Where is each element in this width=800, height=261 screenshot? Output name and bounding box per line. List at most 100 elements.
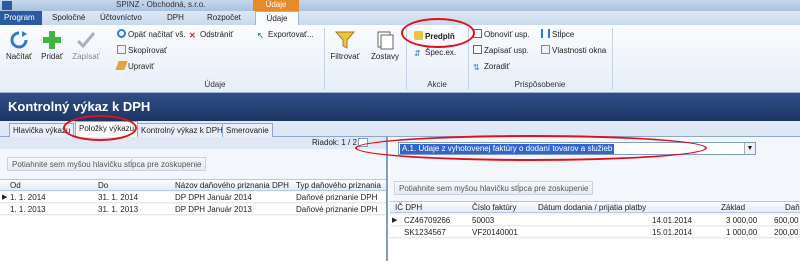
opat-nacitat-label: Opäť načítať vš. [128, 30, 186, 39]
zapisat-label: Zapísať [72, 52, 100, 61]
table-row[interactable]: SK1234567 VF20140001 15.01.2014 1 000,00… [390, 227, 800, 238]
checkmark-icon [76, 32, 96, 49]
zapisat-usp-button[interactable]: Zapísať usp. [473, 45, 529, 56]
zapisat-usp-label: Zapísať usp. [484, 46, 529, 55]
ribbon-separator [324, 28, 325, 90]
title-bar: SPINZ - Obchodná, s.r.o. Údaje [0, 0, 800, 11]
grid-toolbar: Riadok: 1 / 2 [0, 137, 386, 149]
cell-cislo-faktury: VF20140001 [472, 228, 518, 237]
spec-ex-label: Špec.ex. [425, 48, 457, 57]
chevron-down-icon[interactable]: ▼ [744, 143, 755, 154]
vlastnosti-okna-label: Vlastnosti okna [552, 46, 607, 55]
pridat-button[interactable]: Pridať [38, 30, 66, 61]
column-header-nazov[interactable]: Názov daňového priznania DPH [175, 181, 289, 190]
group-by-hint: Potiahnite sem myšou hlavičku stĺpca pre… [394, 181, 594, 195]
filtrovat-button[interactable]: Filtrovať [328, 30, 362, 61]
window-properties-icon [541, 45, 550, 54]
column-header-datum[interactable]: Dátum dodania / prijatia platby [538, 203, 646, 212]
row-indicator-icon: ▶ [2, 194, 8, 201]
copy-icon [117, 45, 126, 54]
reports-icon [377, 31, 394, 50]
refresh-icon [10, 31, 28, 49]
skopirovat-label: Skopírovať [128, 46, 168, 55]
tab-uctovnictvo[interactable]: Účtovníctvo [96, 11, 146, 25]
special-export-icon: ⇵ [414, 49, 421, 58]
tab-program[interactable]: Program [0, 11, 42, 25]
zostavy-button[interactable]: Zostavy [368, 30, 402, 61]
table-row[interactable]: 1. 1. 2013 31. 1. 2013 DP DPH Január 201… [0, 204, 386, 215]
stlpce-button[interactable]: Stĺpce [541, 29, 574, 40]
zoradit-button[interactable]: ⇅ Zoradiť [473, 61, 510, 72]
ribbon: Načítať Pridať Zapísať Opäť načítať vš. … [0, 25, 800, 93]
grid-header-row: IČ DPH Číslo faktúry Dátum dodania / pri… [390, 201, 800, 213]
nacitat-label: Načítať [5, 52, 33, 61]
save-layout-icon [473, 45, 482, 54]
annotation-circle [63, 115, 137, 141]
row-indicator-icon: ▶ [392, 217, 398, 224]
column-header-od[interactable]: Od [10, 181, 21, 190]
nacitat-button[interactable]: Načítať [4, 30, 34, 61]
edit-icon [115, 61, 128, 70]
zapisat-button[interactable]: Zapísať [70, 30, 102, 61]
cell-do: 31. 1. 2014 [98, 193, 139, 202]
column-header-dan[interactable]: Daň [785, 203, 800, 212]
cell-od: 1. 1. 2013 [10, 205, 46, 214]
cell-ic-dph: SK1234567 [404, 228, 446, 237]
funnel-icon [335, 31, 355, 49]
cell-nazov: DP DPH Január 2013 [175, 205, 252, 214]
context-tab-label: Údaje [253, 0, 299, 11]
columns-icon [541, 29, 550, 38]
ribbon-tab-bar: Program Spoločné Účtovníctvo DPH Rozpoče… [0, 11, 800, 25]
obnovit-usp-label: Obnoviť usp. [484, 30, 530, 39]
upravit-label: Upraviť [128, 62, 155, 71]
skopirovat-button[interactable]: Skopírovať [117, 45, 167, 56]
exportovat-label: Exportovať... [268, 30, 314, 39]
spec-ex-button[interactable]: ⇵ Špec.ex. [414, 47, 456, 58]
ribbon-separator [612, 28, 613, 90]
tab-spolocne[interactable]: Spoločné [48, 11, 89, 25]
sort-icon: ⇅ [473, 63, 480, 72]
odstranit-button[interactable]: ✕ Odstrániť [189, 29, 233, 40]
group-by-hint: Potiahnite sem myšou hlavičku stĺpca pre… [7, 157, 207, 171]
window-title: SPINZ - Obchodná, s.r.o. [116, 0, 206, 9]
grid-empty-area [0, 216, 386, 261]
column-header-zaklad[interactable]: Základ [721, 203, 745, 212]
tab-smerovanie[interactable]: Smerovanie [222, 123, 273, 137]
column-header-cislo-faktury[interactable]: Číslo faktúry [472, 203, 516, 212]
group-label-prisposobenie: Prispôsobenie [514, 80, 566, 89]
grid-header-row: Od Do Názov daňového priznania DPH Typ d… [0, 179, 386, 191]
group-label-udaje: Údaje [204, 80, 226, 89]
cell-ic-dph: CZ46709266 [404, 216, 451, 225]
table-row[interactable]: ▶ 1. 1. 2014 31. 1. 2014 DP DPH Január 2… [0, 192, 386, 203]
tab-dph[interactable]: DPH [163, 11, 188, 25]
column-header-do[interactable]: Do [98, 181, 108, 190]
zoradit-label: Zoradiť [484, 62, 510, 71]
tab-kontrolny-vykaz[interactable]: Kontrolný výkaz k DPH [137, 123, 227, 137]
cell-datum: 15.01.2014 [652, 228, 693, 237]
cell-od: 1. 1. 2014 [10, 193, 46, 202]
pridat-label: Pridať [41, 52, 63, 61]
table-row[interactable]: ▶ CZ46709266 50003 14.01.2014 3 000,00 6… [390, 215, 800, 226]
column-header-ic-dph[interactable]: IČ DPH [395, 203, 422, 212]
opat-nacitat-button[interactable]: Opäť načítať vš. [117, 29, 186, 40]
tab-udaje[interactable]: Údaje [255, 11, 299, 25]
row-counter: Riadok: 1 / 2 [312, 138, 357, 147]
cell-zaklad: 1 000,00 [726, 228, 758, 237]
vlastnosti-okna-button[interactable]: Vlastnosti okna [541, 45, 606, 56]
left-grid-pane: Riadok: 1 / 2 Potiahnite sem myšou hlavi… [0, 137, 388, 261]
cell-nazov: DP DPH Január 2014 [175, 193, 252, 202]
export-icon: ↖ [257, 31, 264, 40]
cell-typ: Daňové priznanie DPH [296, 193, 378, 202]
cell-datum: 14.01.2014 [652, 216, 693, 225]
upravit-button[interactable]: Upraviť [115, 61, 155, 72]
tab-rozpocet[interactable]: Rozpočet [203, 11, 245, 25]
annotation-circle [355, 135, 707, 161]
cell-dan: 200,00 [774, 228, 799, 237]
cell-do: 31. 1. 2013 [98, 205, 139, 214]
filtrovat-label: Filtrovať [330, 52, 360, 61]
column-header-typ[interactable]: Typ daňového priznania [296, 181, 381, 190]
grid-empty-area [390, 239, 800, 261]
exportovat-button[interactable]: ↖ Exportovať... [257, 29, 314, 40]
obnovit-usp-button[interactable]: Obnoviť usp. [473, 29, 530, 40]
cell-dan: 600,00 [774, 216, 799, 225]
